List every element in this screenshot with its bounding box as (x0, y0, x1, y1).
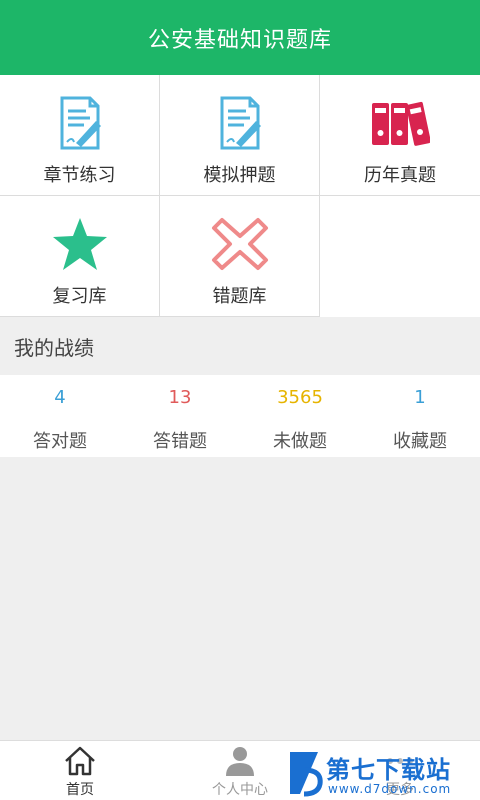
page-title: 公安基础知识题库 (147, 27, 332, 53)
stat-value: 1 (414, 387, 426, 408)
menu-item-wrong-questions[interactable]: 错题库 (160, 196, 320, 317)
user-icon (226, 747, 254, 776)
stat-label: 未做题 (273, 431, 327, 452)
record-stats: 4 答对题 13 答错题 3565 未做题 1 收藏题 (0, 375, 480, 457)
menu-grid: 章节练习 模拟押题 历年真题 复习库 错题库 (0, 75, 480, 317)
watermark-logo-icon (290, 752, 323, 797)
binders-icon (372, 101, 430, 146)
record-title: 我的战绩 (14, 335, 94, 360)
tab-label: 首页 (66, 782, 94, 798)
header-bar: 公安基础知识题库 (0, 0, 480, 75)
menu-label: 错题库 (212, 286, 267, 307)
stat-wrong[interactable]: 13 答错题 (120, 375, 240, 457)
record-section-header: 我的战绩 (0, 317, 480, 375)
menu-item-chapter-practice[interactable]: 章节练习 (0, 75, 160, 196)
stat-value: 3565 (277, 387, 323, 408)
document-pencil-icon (220, 96, 261, 150)
tab-home[interactable]: 首页 (0, 741, 160, 800)
menu-item-past-exams[interactable]: 历年真题 (320, 75, 480, 196)
document-pencil-icon (60, 96, 101, 150)
stat-undone[interactable]: 3565 未做题 (240, 375, 360, 457)
menu-empty-cell (320, 196, 480, 317)
menu-item-mock-exam[interactable]: 模拟押题 (160, 75, 320, 196)
watermark-text: 第七下载站 (326, 756, 451, 784)
stat-favorites[interactable]: 1 收藏题 (360, 375, 480, 457)
stat-value: 4 (54, 387, 66, 408)
menu-label: 历年真题 (364, 165, 436, 186)
home-icon (65, 746, 95, 776)
star-icon (52, 218, 107, 270)
download-site-watermark: 第七下载站 www.d7down.com (284, 748, 480, 800)
cross-icon (211, 218, 268, 270)
stat-correct[interactable]: 4 答对题 (0, 375, 120, 457)
stat-label: 收藏题 (393, 431, 447, 452)
stat-label: 答对题 (33, 431, 87, 452)
menu-item-review[interactable]: 复习库 (0, 196, 160, 317)
menu-label: 模拟押题 (203, 165, 276, 186)
menu-label: 复习库 (52, 286, 107, 307)
stat-value: 13 (168, 387, 192, 408)
watermark-url: www.d7down.com (328, 782, 452, 796)
stat-label: 答错题 (153, 431, 207, 452)
app-root: 公安基础知识题库 章节练习 模拟押题 历年真题 复习库 错题库 我的战绩 4 答… (0, 0, 480, 800)
menu-label: 章节练习 (43, 165, 116, 186)
